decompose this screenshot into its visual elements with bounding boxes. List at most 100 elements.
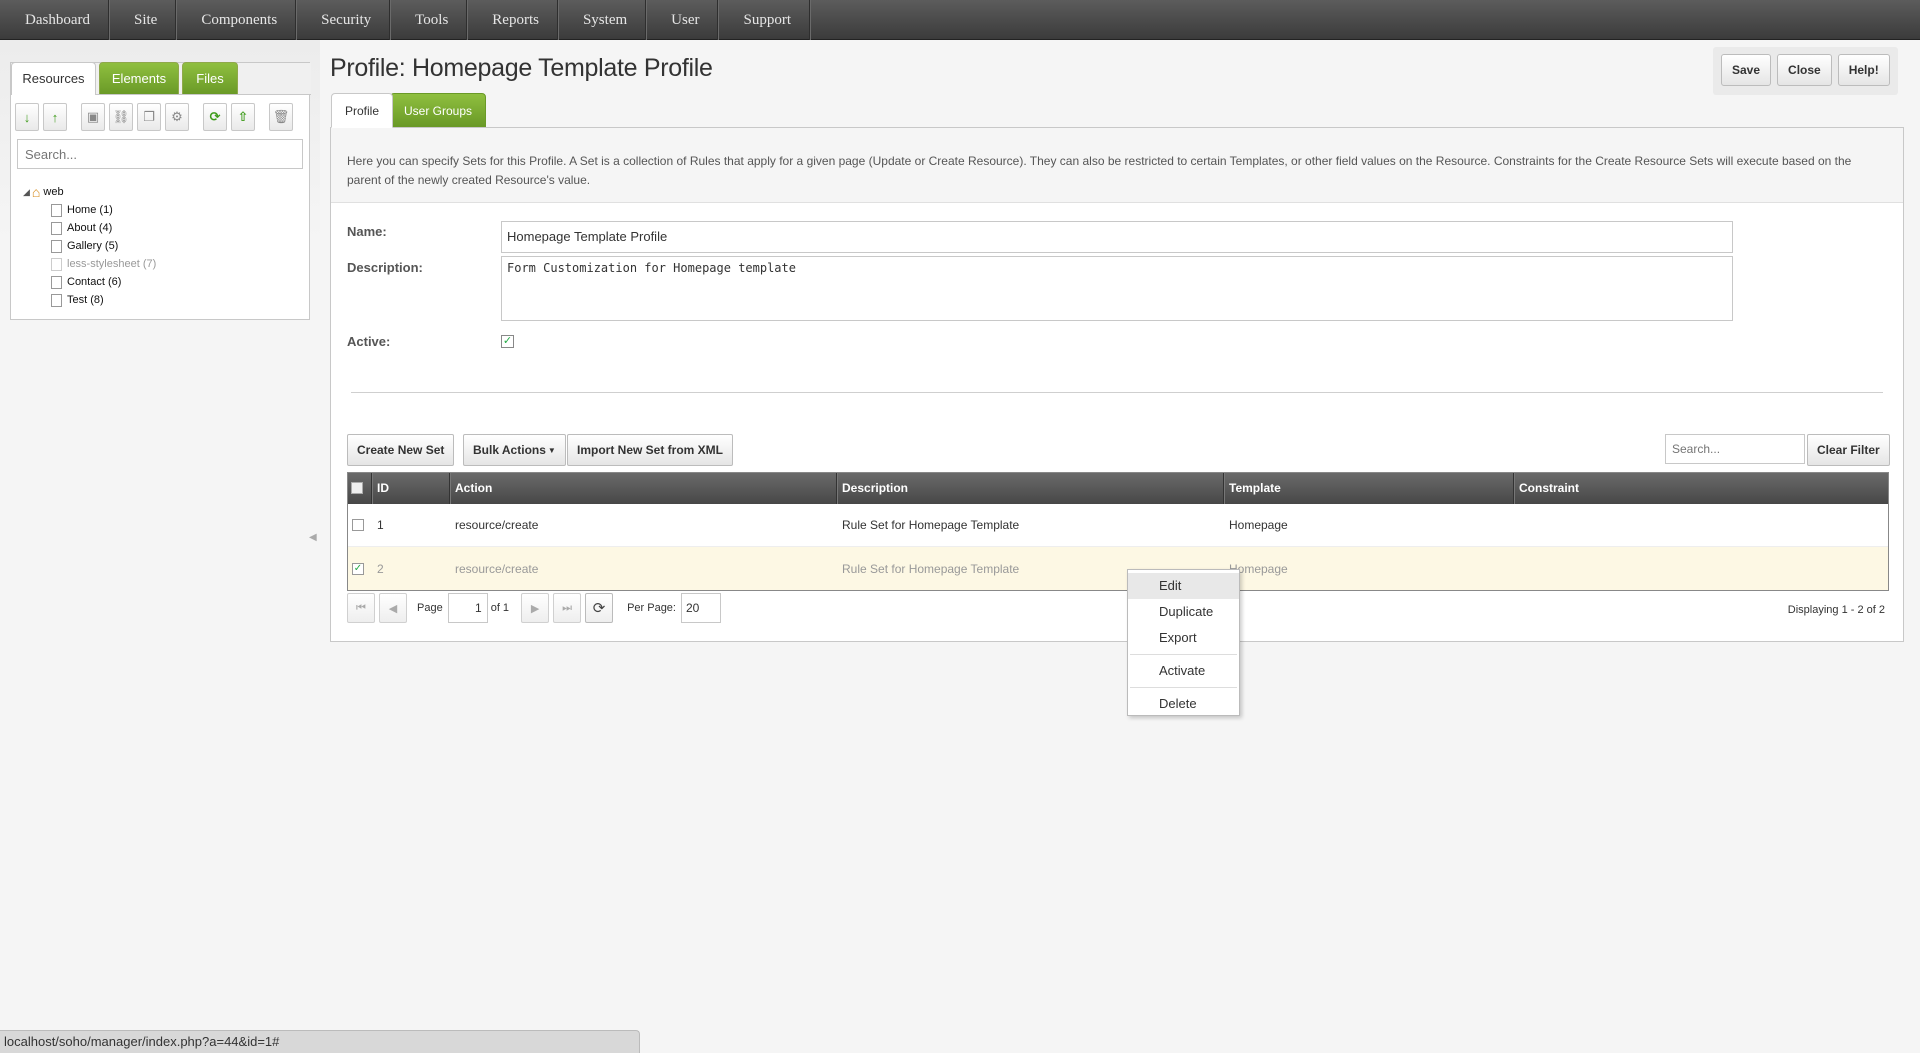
import-set-button[interactable]: Import New Set from XML xyxy=(567,434,734,466)
sets-grid: ID Action Description Template Constrain… xyxy=(347,472,1889,591)
refresh-icon[interactable]: ⟳ xyxy=(203,103,227,131)
per-page-label: Per Page: xyxy=(627,602,676,614)
top-navigation: Dashboard Site Components Security Tools… xyxy=(0,0,1920,40)
menu-item-export[interactable]: Export xyxy=(1128,625,1239,651)
name-field[interactable]: Homepage Template Profile xyxy=(501,221,1733,253)
page-number-input[interactable]: 1 xyxy=(447,593,488,623)
tree-item-label: Test xyxy=(67,294,88,306)
cell-action: resource/create xyxy=(455,518,539,532)
displaying-count: Displaying 1 - 2 of 2 xyxy=(1787,604,1885,616)
column-template[interactable]: Template xyxy=(1224,473,1514,504)
chevron-down-icon: ▼ xyxy=(547,445,556,455)
document-icon xyxy=(51,203,62,217)
page-title: Profile: Homepage Template Profile xyxy=(330,54,713,82)
menu-separator xyxy=(1130,654,1237,655)
grid-search-input[interactable] xyxy=(1665,434,1805,464)
nav-support[interactable]: Support xyxy=(718,0,810,40)
menu-item-activate[interactable]: Activate xyxy=(1128,658,1239,684)
cell-template: Homepage xyxy=(1229,561,1288,576)
description-textarea[interactable]: Form Customization for Homepage template xyxy=(501,256,1733,321)
tab-elements[interactable]: Elements xyxy=(99,62,179,94)
cell-template: Homepage xyxy=(1229,518,1288,532)
divider xyxy=(351,392,1883,393)
new-weblink-icon[interactable]: ⛓ xyxy=(109,103,133,131)
column-description[interactable]: Description xyxy=(837,473,1224,504)
tree-item-label: less-stylesheet xyxy=(67,258,140,270)
clear-filter-button[interactable]: Clear Filter xyxy=(1807,434,1890,466)
menu-item-delete[interactable]: Delete xyxy=(1128,691,1239,717)
cell-description: Rule Set for Homepage Template xyxy=(842,518,1020,532)
sort-icon[interactable]: ⇧ xyxy=(231,103,255,131)
row-checkbox[interactable]: ✓ xyxy=(352,562,364,575)
menu-separator xyxy=(1130,687,1237,688)
refresh-icon[interactable]: ⟳ xyxy=(585,593,614,623)
expand-all-icon[interactable]: ↓ xyxy=(15,103,39,131)
last-page-icon[interactable]: ⏭ xyxy=(553,593,582,623)
column-action[interactable]: Action xyxy=(450,473,837,504)
nav-system[interactable]: System xyxy=(558,0,647,40)
next-page-icon[interactable]: ▶ xyxy=(521,593,550,623)
help-button[interactable]: Help! xyxy=(1837,54,1890,86)
tree-item[interactable]: Home (1) xyxy=(51,201,156,219)
new-static-resource-icon[interactable]: ⚙ xyxy=(165,103,189,131)
tree-search-input[interactable] xyxy=(17,139,303,169)
collapse-all-icon[interactable]: ↑ xyxy=(43,103,67,131)
tree-item-id: (5) xyxy=(104,240,119,252)
status-bar: localhost/soho/manager/index.php?a=44&id… xyxy=(0,1030,640,1053)
tab-profile[interactable]: Profile xyxy=(331,93,394,128)
row-checkbox[interactable] xyxy=(352,519,364,531)
nav-tools[interactable]: Tools xyxy=(390,0,468,40)
tab-files[interactable]: Files xyxy=(182,62,238,94)
save-button[interactable]: Save xyxy=(1721,54,1772,86)
document-icon xyxy=(51,239,62,253)
tab-user-groups[interactable]: User Groups xyxy=(390,93,487,127)
tree-item[interactable]: About (4) xyxy=(51,219,156,237)
page-label: Page xyxy=(417,602,443,614)
menu-item-duplicate[interactable]: Duplicate xyxy=(1128,599,1239,625)
nav-user[interactable]: User xyxy=(646,0,719,40)
active-checkbox[interactable]: ✓ xyxy=(501,335,514,348)
tree-root-label: web xyxy=(43,186,64,198)
bulk-actions-button[interactable]: Bulk Actions ▼ xyxy=(463,434,566,466)
context-menu: Edit Duplicate Export Activate Delete xyxy=(1127,569,1240,716)
help-description: Here you can specify Sets for this Profi… xyxy=(347,154,1852,187)
tree-root[interactable]: ◢ ⌂ web xyxy=(23,183,156,201)
resource-tree: ◢ ⌂ web Home (1) About (4) Gallery (5) l… xyxy=(23,183,156,309)
per-page-input[interactable]: 20 xyxy=(680,593,721,623)
tab-resources[interactable]: Resources xyxy=(11,62,96,95)
tree-item-label: Gallery xyxy=(67,240,102,252)
left-tabs: Resources Elements Files xyxy=(11,62,311,95)
sidebar-collapse-icon[interactable]: ◀ xyxy=(309,532,317,543)
action-buttons: Save Close Help! xyxy=(1713,47,1898,95)
nav-security[interactable]: Security xyxy=(296,0,391,40)
select-all-cell xyxy=(348,473,372,504)
select-all-checkbox[interactable] xyxy=(351,482,363,494)
tree-item[interactable]: less-stylesheet (7) xyxy=(51,255,156,273)
row-select-cell xyxy=(348,519,372,531)
table-row[interactable]: ✓ 2 resource/create Rule Set for Homepag… xyxy=(348,547,1888,590)
nav-components[interactable]: Components xyxy=(176,0,297,40)
new-folder-icon[interactable]: ▣ xyxy=(81,103,105,131)
nav-dashboard[interactable]: Dashboard xyxy=(0,0,109,40)
create-new-set-button[interactable]: Create New Set xyxy=(347,434,455,466)
tree-item-id: (7) xyxy=(142,258,157,270)
table-row[interactable]: 1 resource/create Rule Set for Homepage … xyxy=(348,504,1888,547)
column-id[interactable]: ID xyxy=(372,473,450,504)
close-button[interactable]: Close xyxy=(1777,54,1832,86)
tree-item-label: Contact xyxy=(67,276,105,288)
tree-item-id: (6) xyxy=(107,276,122,288)
tree-item[interactable]: Gallery (5) xyxy=(51,237,156,255)
first-page-icon[interactable]: ⏮ xyxy=(347,593,375,623)
trash-icon[interactable]: 🗑 xyxy=(269,103,293,131)
prev-page-icon[interactable]: ◀ xyxy=(379,593,407,623)
new-symlink-icon[interactable]: ❐ xyxy=(137,103,161,131)
nav-reports[interactable]: Reports xyxy=(467,0,558,40)
tree-toolbar: ↓ ↑ ▣ ⛓ ❐ ⚙ ⟳ ⇧ 🗑 xyxy=(15,103,293,133)
column-constraint[interactable]: Constraint xyxy=(1514,473,1888,504)
tree-item[interactable]: Contact (6) xyxy=(51,273,156,291)
collapse-arrow-icon[interactable]: ◢ xyxy=(23,187,30,198)
menu-item-edit[interactable]: Edit xyxy=(1128,573,1239,599)
nav-site[interactable]: Site xyxy=(109,0,177,40)
tree-item[interactable]: Test (8) xyxy=(51,291,156,309)
name-label: Name: xyxy=(347,224,387,239)
